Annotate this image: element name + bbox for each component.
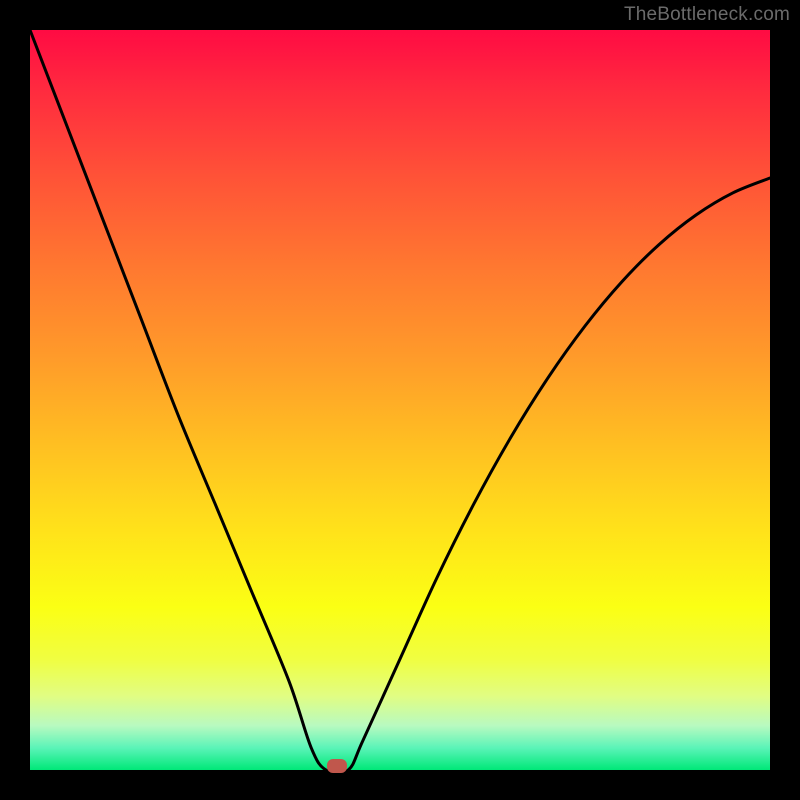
chart-area <box>30 30 770 770</box>
bottleneck-curve <box>30 30 770 770</box>
optimal-point-marker <box>327 759 347 773</box>
watermark-text: TheBottleneck.com <box>624 4 790 26</box>
